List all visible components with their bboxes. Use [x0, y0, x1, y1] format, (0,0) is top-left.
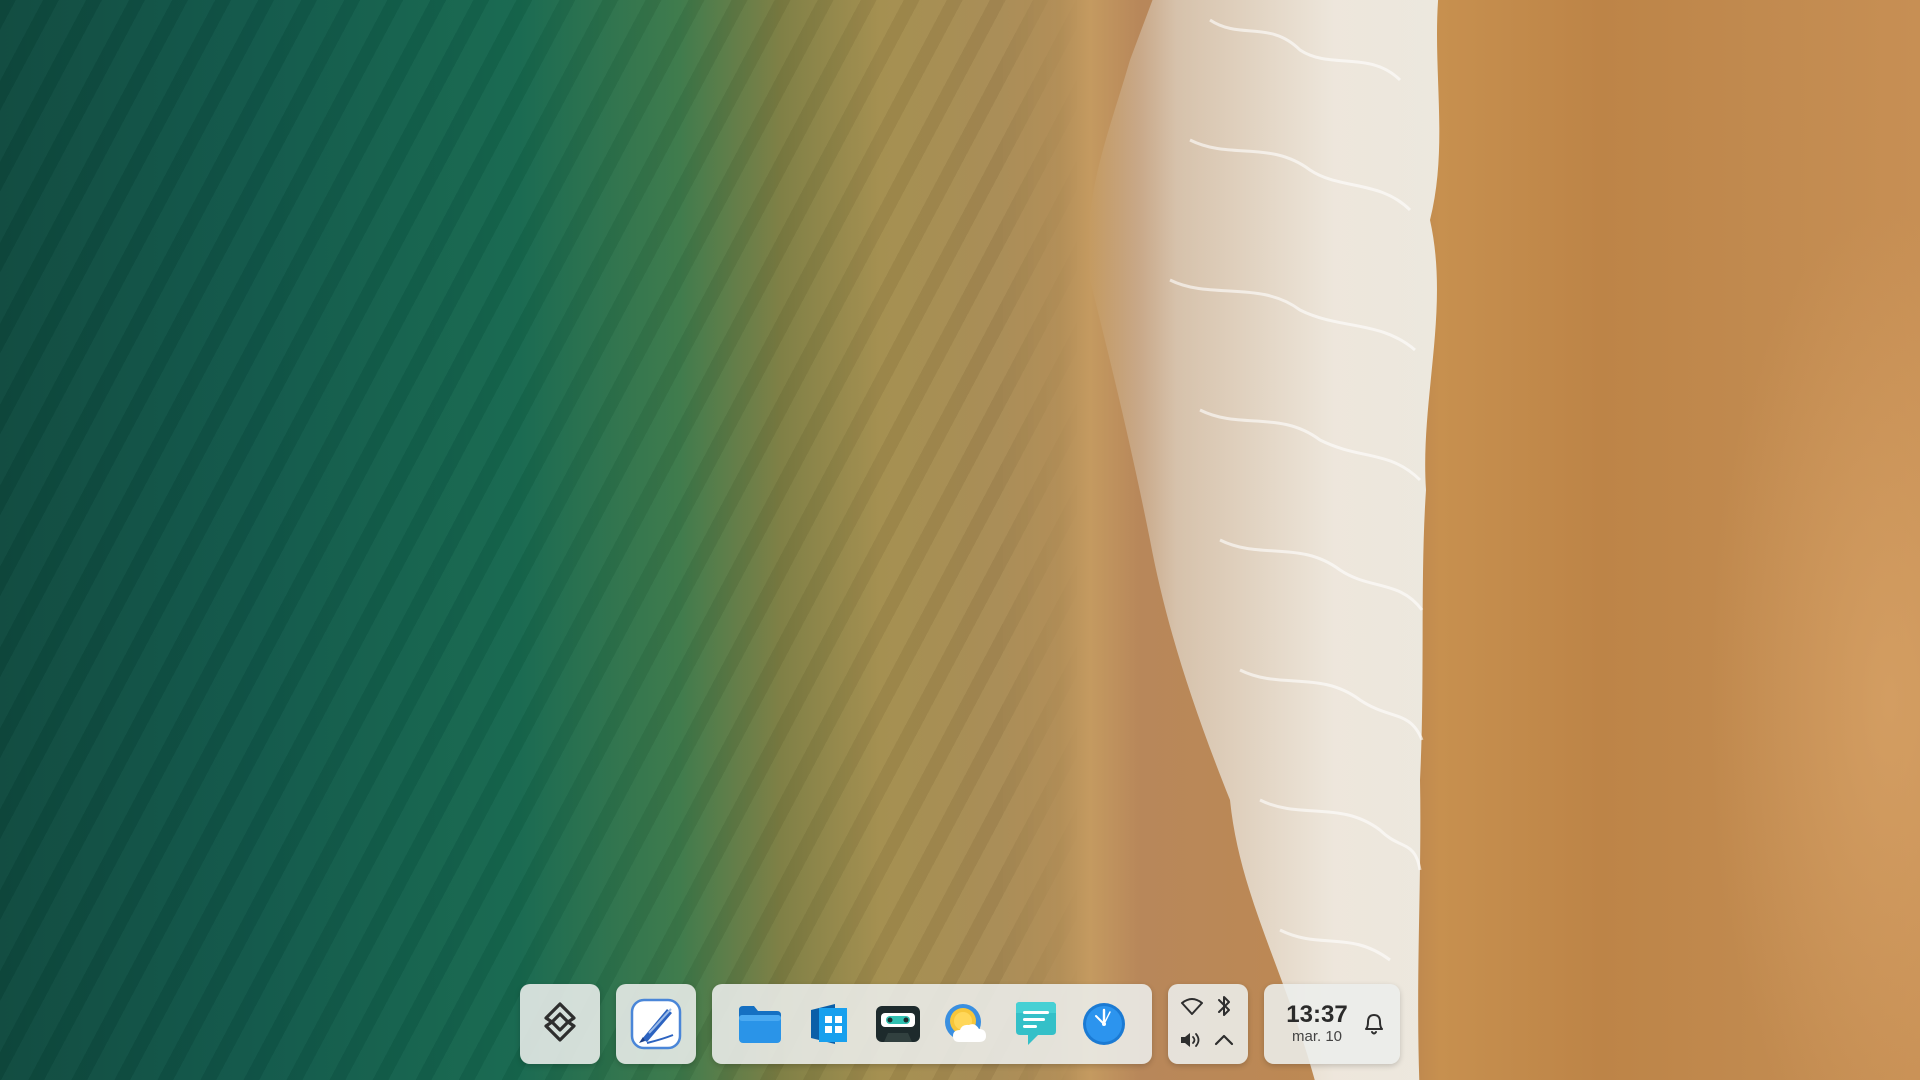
launcher-button[interactable]	[520, 984, 600, 1064]
app-media-button[interactable]	[871, 997, 925, 1051]
bell-icon[interactable]	[1360, 1010, 1388, 1038]
clock-widget[interactable]: 13:37 mar. 10	[1264, 984, 1400, 1064]
clock-time: 13:37	[1286, 1001, 1348, 1028]
chevron-up-icon[interactable]	[1211, 1027, 1237, 1053]
clock-date: mar. 10	[1291, 1028, 1343, 1045]
launcher-icon	[542, 1001, 578, 1048]
wallpaper-texture	[0, 0, 1920, 1080]
app-clock-button[interactable]	[1077, 997, 1131, 1051]
app-files-button[interactable]	[733, 997, 787, 1051]
pinned-app-button[interactable]	[627, 995, 685, 1053]
clock-display[interactable]: 13:37 mar. 10	[1281, 1002, 1353, 1046]
bluetooth-icon[interactable]	[1211, 993, 1237, 1019]
inkscape-pen-icon	[627, 995, 685, 1053]
folder-icon	[736, 1002, 784, 1046]
system-tray[interactable]	[1168, 984, 1248, 1064]
app-store-button[interactable]	[802, 997, 856, 1051]
volume-icon[interactable]	[1178, 1027, 1204, 1053]
app-weather-button[interactable]	[939, 997, 993, 1051]
app-store-icon	[805, 1000, 853, 1048]
weather-sun-cloud-icon	[941, 1000, 991, 1048]
cassette-icon	[874, 1004, 922, 1044]
taskbar-apps	[712, 984, 1152, 1064]
wallpaper-surf	[1088, 0, 1440, 1080]
clock-icon	[1080, 1000, 1128, 1048]
app-chat-button[interactable]	[1008, 997, 1062, 1051]
taskbar-pinned	[616, 984, 696, 1064]
wifi-icon[interactable]	[1179, 994, 1205, 1020]
chat-bubble-icon	[1010, 999, 1060, 1049]
desktop[interactable]: 13:37 mar. 10	[0, 0, 1920, 1080]
